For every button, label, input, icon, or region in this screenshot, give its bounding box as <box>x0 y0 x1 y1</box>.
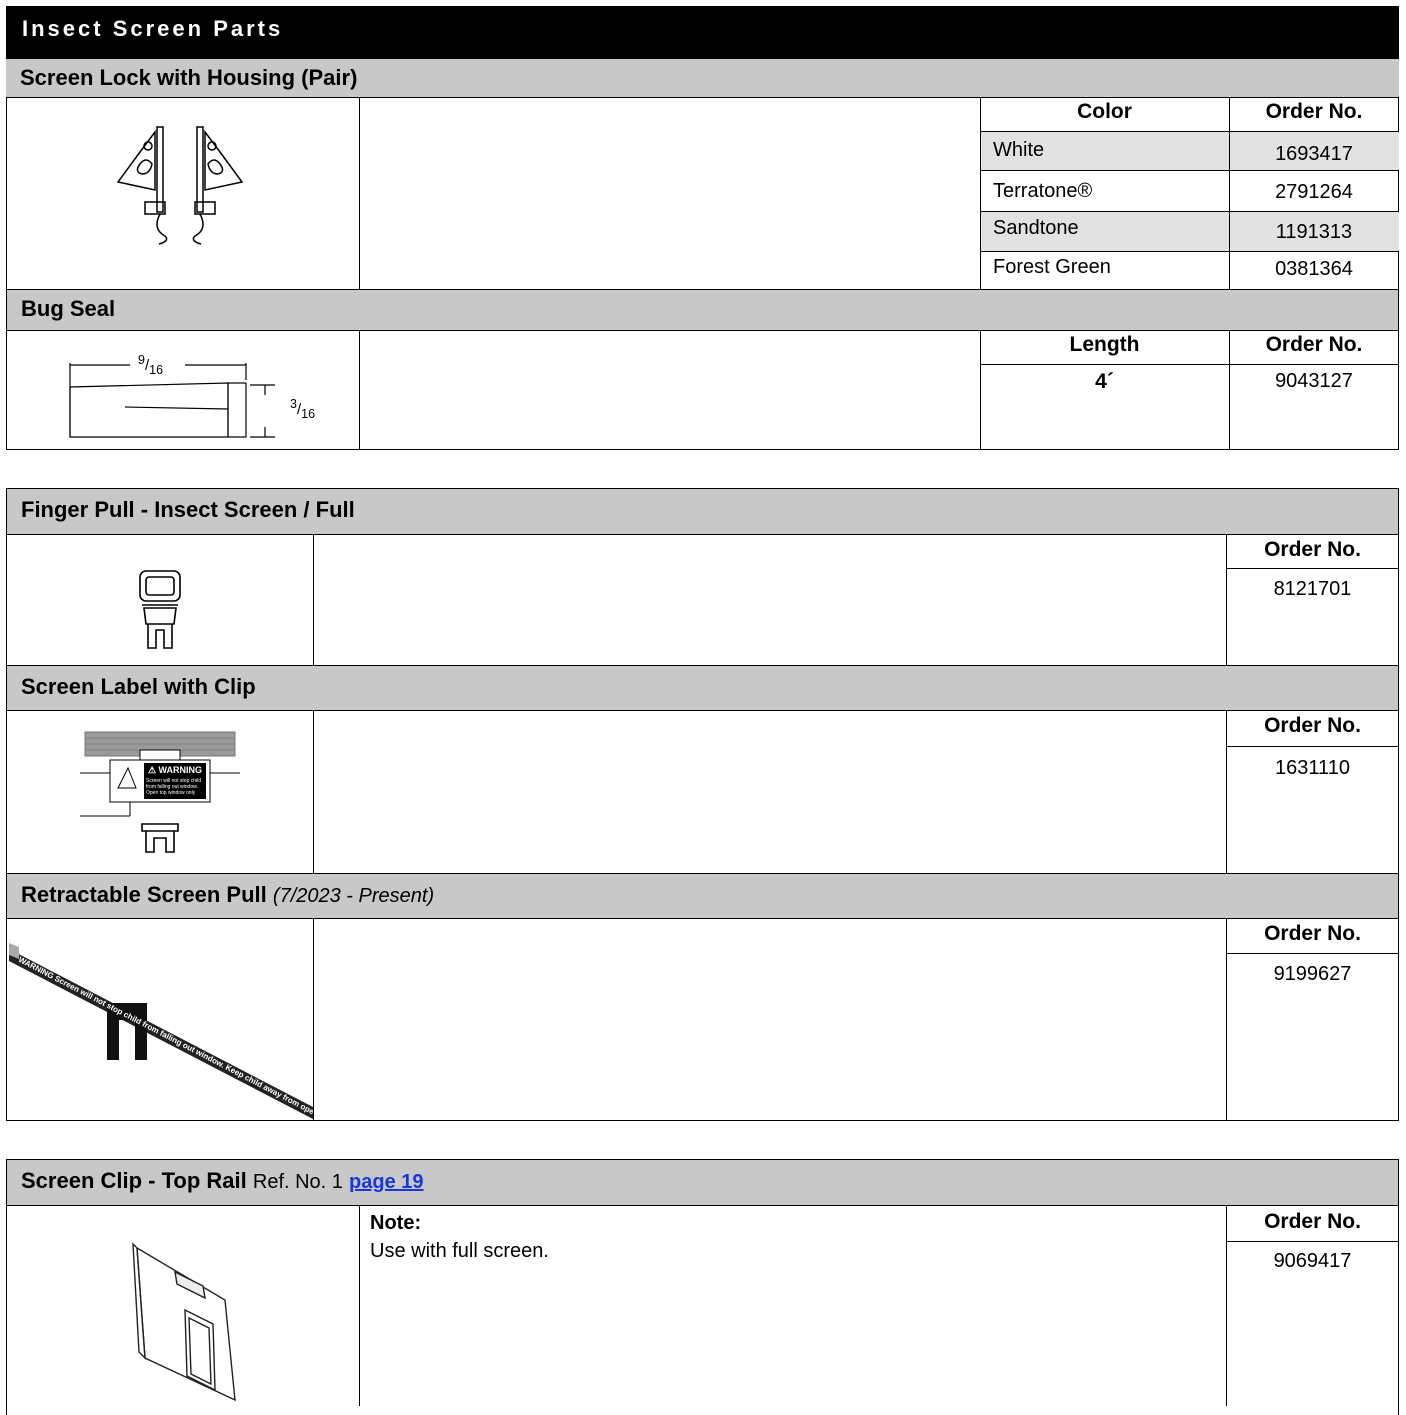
dim-width-denominator: 16 <box>149 363 164 377</box>
section-title-screen-label: Screen Label with Clip <box>6 665 1399 711</box>
label-warning: ⚠ WARNING <box>147 765 203 775</box>
dim-width-numerator: 9 <box>138 353 145 367</box>
note-label: Note: <box>370 1212 422 1234</box>
screen-clip-icon <box>132 1242 236 1402</box>
retractable-pull-image: WARNING Screen will not stop child from … <box>7 935 313 1120</box>
screen-label-title: Screen Label with Clip <box>21 674 256 699</box>
section-title-bug-seal: Bug Seal <box>6 289 1399 331</box>
order-cell: 9199627 <box>1273 963 1352 985</box>
order-cell: 8121701 <box>1273 578 1352 600</box>
col-header-color: Color <box>1077 100 1132 123</box>
retractable-pull-subtitle: (7/2023 - Present) <box>272 885 435 907</box>
finger-pull-icon <box>139 570 181 649</box>
screen-lock-title: Screen Lock with Housing (Pair) <box>20 65 358 90</box>
bug-seal-icon <box>69 363 275 438</box>
section-title-retractable-pull: Retractable Screen Pull (7/2023 - Presen… <box>6 873 1399 919</box>
screen-clip-image <box>125 1240 245 1406</box>
col-header-order: Order No. <box>1264 538 1361 561</box>
finger-pull-image <box>130 568 190 653</box>
col-header-order: Order No. <box>1264 922 1361 945</box>
section-title-finger-pull: Finger Pull - Insect Screen / Full <box>6 488 1399 535</box>
finger-pull-section <box>6 534 1399 666</box>
color-cell: Sandtone <box>993 217 1079 239</box>
order-cell: 1693417 <box>1275 143 1353 165</box>
ref-number: Ref. No. 1 <box>252 1171 343 1193</box>
screen-label-image: ⚠ WARNING Screen will not stop child fro… <box>80 728 240 863</box>
order-cell: 9043127 <box>1275 370 1353 392</box>
label-line-3: Open top window only <box>146 790 196 796</box>
order-cell: 1631110 <box>1275 757 1350 779</box>
page-link[interactable]: page 19 <box>349 1171 423 1193</box>
col-header-length: Length <box>1069 333 1140 356</box>
dim-height-denominator: 16 <box>301 407 316 421</box>
note-text: Use with full screen. <box>370 1240 549 1262</box>
bug-seal-diagram: 9/16 3/16 <box>60 345 350 445</box>
screen-lock-image <box>110 122 270 247</box>
order-cell: 1191313 <box>1275 221 1353 243</box>
screen-lock-icon <box>116 126 244 245</box>
col-header-order: Order No. <box>1265 333 1363 356</box>
retractable-pull-title: Retractable Screen Pull <box>21 882 267 907</box>
section-title-screen-clip: Screen Clip - Top Rail Ref. No. 1 page 1… <box>6 1159 1399 1206</box>
page-title: Insect Screen Parts <box>6 6 1399 62</box>
section-title-screen-lock: Screen Lock with Housing (Pair) <box>6 58 1399 98</box>
color-cell: Forest Green <box>993 256 1111 278</box>
order-cell: 2791264 <box>1275 181 1353 203</box>
color-cell: White <box>993 139 1045 161</box>
col-header-order: Order No. <box>1264 714 1361 737</box>
col-header-order: Order No. <box>1264 1210 1361 1233</box>
screen-clip-title: Screen Clip - Top Rail <box>21 1168 247 1193</box>
color-cell: Terratone® <box>993 180 1093 202</box>
length-cell: 4´ <box>1095 370 1114 393</box>
bug-seal-title: Bug Seal <box>21 296 116 321</box>
col-header-order: Order No. <box>1265 100 1363 123</box>
order-cell: 0381364 <box>1275 258 1353 280</box>
finger-pull-title: Finger Pull - Insect Screen / Full <box>21 497 355 522</box>
order-cell: 9069417 <box>1273 1250 1352 1272</box>
dim-height-numerator: 3 <box>290 397 297 411</box>
